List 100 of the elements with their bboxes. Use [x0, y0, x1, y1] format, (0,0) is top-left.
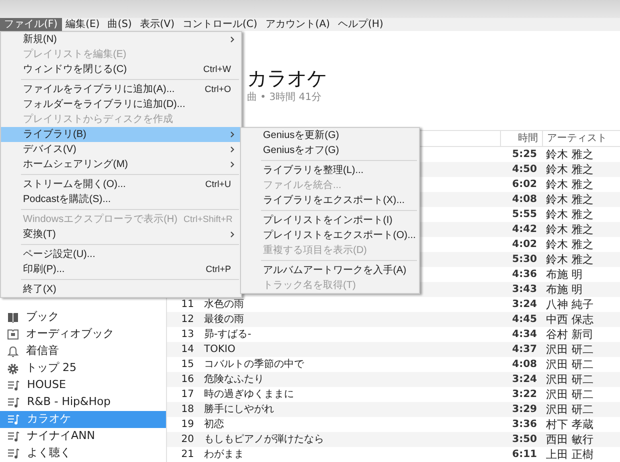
menu-item[interactable]: アルバムアートワークを入手(A): [241, 263, 419, 278]
track-duration: 5:55: [512, 209, 537, 220]
track-duration: 4:36: [512, 269, 537, 280]
menu-item[interactable]: 終了(X): [1, 282, 241, 297]
menu-item[interactable]: ホームシェアリング(M): [1, 157, 241, 172]
track-duration: 3:24: [512, 374, 537, 385]
sidebar-item[interactable]: トップ 25: [0, 360, 166, 377]
playlist-title: カラオケ: [247, 66, 328, 90]
menu-item[interactable]: アカウント(A): [261, 18, 334, 31]
sidebar-item[interactable]: R&B - Hip&Hop: [0, 394, 166, 411]
menu-item[interactable]: ライブラリ(B): [1, 127, 241, 142]
menu-item[interactable]: ライブラリをエクスポート(X)...: [241, 193, 419, 208]
shortcut-label: Ctrl+O: [204, 82, 231, 96]
track-duration: 3:22: [512, 389, 537, 400]
track-artist: 沢田 研二: [546, 402, 594, 416]
track-artist: 鈴木 雅之: [546, 208, 594, 220]
sidebar-item[interactable]: ブック: [0, 309, 166, 326]
sidebar-item[interactable]: よく聴く: [0, 445, 166, 462]
track-duration: 5:30: [512, 254, 537, 265]
track-number: 14: [181, 344, 194, 355]
track-number: 16: [181, 374, 194, 385]
sidebar-item[interactable]: 着信音: [0, 343, 166, 360]
track-title: コバルトの季節の中で: [204, 359, 304, 370]
track-number: 20: [181, 434, 194, 445]
track-duration: 4:37: [512, 344, 537, 355]
track-duration: 4:34: [512, 329, 537, 340]
track-artist: 鈴木 雅之: [546, 148, 594, 160]
playlist-icon: [7, 397, 20, 408]
track-title: 最後の雨: [204, 314, 244, 325]
track-title: 時の過ぎゆくままに: [204, 389, 294, 400]
track-duration: 4:42: [512, 224, 537, 235]
menu-item[interactable]: 変換(T): [1, 227, 241, 242]
menu-item[interactable]: Geniusをオフ(G): [241, 143, 419, 158]
track-artist: 鈴木 雅之: [546, 192, 594, 206]
menu-item[interactable]: Podcastを購読(S)...: [1, 192, 241, 207]
track-number: 21: [181, 449, 194, 460]
menu-item[interactable]: 印刷(P)... Ctrl+P: [1, 262, 241, 277]
track-duration: 3:36: [512, 419, 537, 430]
track-title: TOKIO: [204, 344, 236, 355]
playlist-icon: [7, 448, 20, 459]
track-artist: 鈴木 雅之: [546, 178, 594, 190]
menu-item[interactable]: ストリームを開く(O)... Ctrl+U: [1, 177, 241, 192]
track-duration: 4:45: [512, 314, 537, 325]
playlist-summary: 曲 • 3時間 41分: [247, 90, 323, 105]
track-duration: 6:11: [512, 449, 537, 460]
track-artist: 谷村 新司: [546, 328, 594, 340]
shortcut-label: Ctrl+P: [206, 262, 231, 276]
menu-item[interactable]: プレイリストをエクスポート(O)...: [241, 228, 419, 243]
gear-icon: [7, 362, 19, 374]
menu-item[interactable]: プレイリストをインポート(I): [241, 213, 419, 228]
menu-item[interactable]: 表示(V): [136, 18, 178, 31]
shortcut-label: Ctrl+W: [203, 62, 231, 76]
track-number: 12: [181, 314, 194, 325]
menu-item[interactable]: ファイル(F): [0, 18, 62, 31]
column-header[interactable]: アーティスト: [542, 131, 607, 146]
track-title: 危険なふたり: [204, 374, 264, 385]
track-duration: 3:24: [512, 299, 537, 310]
shortcut-label: Ctrl+Shift+R: [183, 212, 232, 226]
menu-item[interactable]: ページ設定(U)...: [1, 247, 241, 262]
column-header[interactable]: 時間: [500, 131, 542, 146]
book-icon: [7, 329, 19, 340]
track-artist: 沢田 研二: [546, 342, 594, 356]
track-duration: 4:08: [512, 194, 537, 205]
menu-item[interactable]: ファイルをライブラリに追加(A)... Ctrl+O: [1, 82, 241, 97]
shortcut-label: Ctrl+U: [205, 178, 231, 191]
track-artist: 鈴木 雅之: [546, 222, 594, 236]
sidebar-item[interactable]: HOUSE: [0, 377, 166, 394]
track-artist: 西田 敏行: [546, 432, 594, 446]
sidebar-item[interactable]: ナイナイANN: [0, 428, 166, 445]
track-number: 13: [181, 329, 194, 340]
menu-item[interactable]: ヘルプ(H): [334, 18, 388, 31]
menu-item[interactable]: フォルダーをライブラリに追加(D)...: [1, 97, 241, 112]
track-duration: 4:08: [512, 359, 537, 370]
menu-item[interactable]: コントロール(C): [178, 18, 262, 31]
track-number: 11: [181, 299, 194, 310]
track-duration: 5:25: [512, 149, 537, 160]
track-title: 勝手にしやがれ: [204, 404, 274, 415]
track-duration: 3:50: [512, 434, 537, 445]
track-title: 昴-すばる-: [204, 329, 252, 340]
menu-item[interactable]: 新規(N): [1, 32, 241, 47]
track-artist: 沢田 研二: [546, 388, 594, 400]
track-artist: 布施 明: [546, 282, 582, 296]
track-title: 初恋: [204, 419, 224, 430]
track-artist: 上田 正樹: [546, 448, 594, 460]
track-artist: 中西 保志: [546, 312, 594, 326]
menu-item[interactable]: ライブラリを整理(L)...: [241, 163, 419, 178]
menu-item[interactable]: デバイス(V): [1, 142, 241, 157]
menu-item[interactable]: 編集(E): [62, 18, 104, 31]
menu-item[interactable]: ウィンドウを閉じる(C) Ctrl+W: [1, 62, 241, 77]
menu-item[interactable]: 曲(S): [104, 18, 136, 31]
playlist-icon: [7, 414, 20, 425]
track-artist: 鈴木 雅之: [546, 252, 594, 266]
track-number: 19: [181, 419, 194, 430]
track-duration: 6:02: [512, 179, 537, 190]
menu-item[interactable]: Geniusを更新(G): [241, 128, 419, 143]
sidebar-item[interactable]: オーディオブック: [0, 326, 166, 343]
book-icon: [7, 312, 19, 323]
track-title: もしもピアノが弾けたなら: [204, 434, 324, 445]
track-duration: 3:43: [512, 284, 537, 295]
track-artist: 鈴木 雅之: [546, 162, 594, 176]
